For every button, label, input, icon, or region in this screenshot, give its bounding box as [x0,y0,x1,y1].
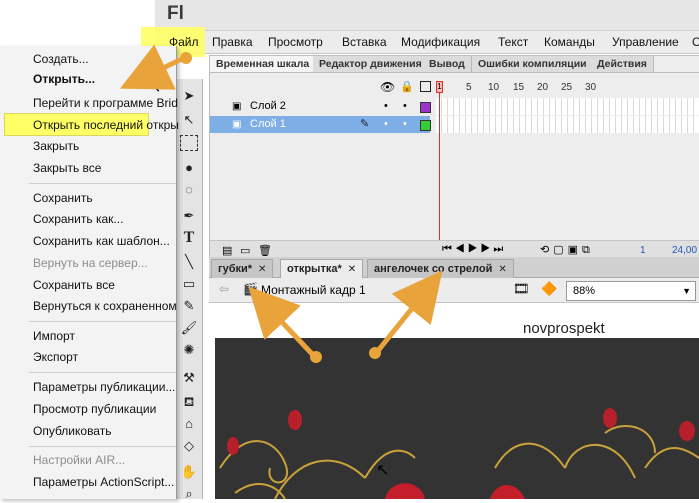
annotation-arrows [119,44,443,363]
arrow-to-tab-1 [248,286,317,359]
arrow-dot [310,351,322,363]
arrow-dot [180,52,192,64]
arrow-dot [369,347,381,359]
arrow-to-open [119,44,187,90]
arrow-to-tab-3 [374,270,443,355]
